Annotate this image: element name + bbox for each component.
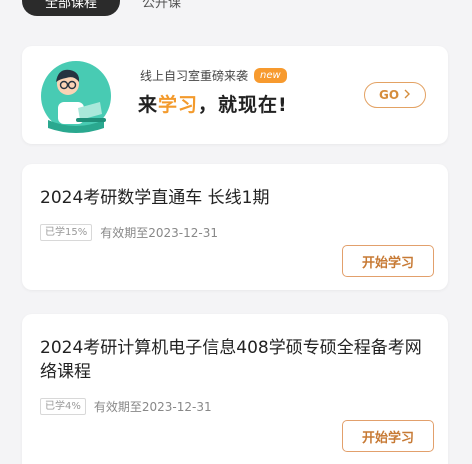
promo-subtitle: 线上自习室重磅来袭 bbox=[140, 69, 249, 83]
course-card[interactable]: 2024考研数学直通车 长线1期 已学15% 有效期至2023-12-31 开始… bbox=[22, 164, 448, 290]
course-meta: 已学15% 有效期至2023-12-31 bbox=[40, 224, 218, 241]
course-card[interactable]: 2024考研计算机电子信息408学硕专硕全程备考网络课程 已学4% 有效期至20… bbox=[22, 314, 448, 464]
study-room-promo-card[interactable]: 线上自习室重磅来袭 new 来学习，就现在! GO bbox=[22, 46, 448, 144]
course-meta: 已学4% 有效期至2023-12-31 bbox=[40, 398, 212, 415]
start-learning-button[interactable]: 开始学习 bbox=[342, 420, 434, 452]
start-learning-button[interactable]: 开始学习 bbox=[342, 245, 434, 277]
new-badge: new bbox=[254, 68, 287, 83]
progress-badge: 已学15% bbox=[40, 224, 93, 241]
student-illustration-icon bbox=[38, 58, 114, 134]
promo-title-highlight: 学习 bbox=[158, 94, 199, 116]
chevron-right-icon bbox=[403, 88, 411, 102]
go-button[interactable]: GO bbox=[364, 82, 426, 108]
validity-date: 有效期至2023-12-31 bbox=[100, 226, 218, 240]
course-title: 2024考研数学直通车 长线1期 bbox=[40, 188, 270, 208]
progress-badge: 已学4% bbox=[40, 398, 86, 415]
go-label: GO bbox=[378, 88, 400, 102]
tab-all-courses[interactable]: 全部课程 bbox=[22, 0, 120, 16]
validity-date: 有效期至2023-12-31 bbox=[93, 400, 212, 414]
promo-subtitle-row: 线上自习室重磅来袭 new bbox=[140, 67, 287, 84]
tab-open-courses[interactable]: 公开课 bbox=[142, 0, 181, 11]
promo-title: 来学习，就现在! bbox=[138, 90, 288, 117]
course-title: 2024考研计算机电子信息408学硕专硕全程备考网络课程 bbox=[40, 338, 422, 382]
course-tabs: 全部课程 公开课 bbox=[22, 0, 181, 16]
promo-title-suffix: ，就现在! bbox=[198, 94, 288, 116]
promo-title-prefix: 来 bbox=[138, 94, 159, 116]
page: 全部课程 公开课 线上自习室重磅来袭 new 来学习，就现在! GO 2024考… bbox=[0, 0, 472, 464]
